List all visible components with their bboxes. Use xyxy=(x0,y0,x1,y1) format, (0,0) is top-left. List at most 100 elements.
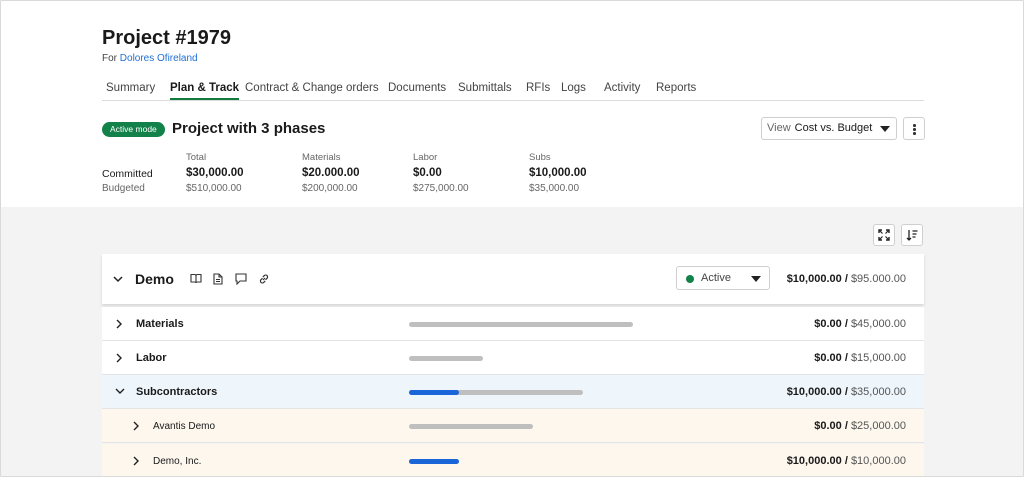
summary-labor-committed: $0.00 xyxy=(413,167,442,179)
app-frame: Project #1979 For Dolores Ofireland Summ… xyxy=(0,0,1024,477)
sort-button[interactable] xyxy=(901,224,923,246)
link-icon[interactable] xyxy=(258,273,270,285)
cost-line-name: Materials xyxy=(136,318,184,330)
progress-track xyxy=(409,322,633,327)
tab-submittals[interactable]: Submittals xyxy=(458,82,512,94)
document-icon[interactable] xyxy=(213,273,223,285)
tab-plan-track[interactable]: Plan & Track xyxy=(170,82,240,100)
view-select[interactable]: View Cost vs. Budget xyxy=(761,117,897,140)
progress-track xyxy=(409,356,483,361)
status-dot xyxy=(686,275,694,283)
sort-icon xyxy=(906,230,918,241)
budgeted-amount: $15,000.00 xyxy=(850,352,906,364)
committed-amount: $10,000.00 xyxy=(786,273,842,285)
cost-line-amount: $10,000.00 / $10,000.00 xyxy=(787,455,906,467)
amount-separator: / xyxy=(844,273,848,285)
kebab-dot-icon xyxy=(913,124,916,127)
committed-amount: $0.00 xyxy=(814,318,842,330)
phase-name: Demo xyxy=(135,271,174,287)
amount-separator: / xyxy=(844,386,848,398)
cost-line-name: Avantis Demo xyxy=(153,421,216,432)
tab-rfis[interactable]: RFIs xyxy=(526,82,550,94)
caret-down-icon xyxy=(880,126,890,132)
amount-separator: / xyxy=(844,352,848,364)
chevron-right-icon[interactable] xyxy=(115,319,125,329)
summary-subs-committed: $10,000.00 xyxy=(529,167,587,179)
cost-line-name: Labor xyxy=(136,352,167,364)
tab-logs[interactable]: Logs xyxy=(561,82,586,94)
status-select[interactable]: Active xyxy=(676,266,770,290)
summary-col-materials: Materials xyxy=(302,152,341,163)
tab-bar: Summary Plan & Track Contract & Change o… xyxy=(102,80,924,101)
project-header: Project #1979 For Dolores Ofireland Summ… xyxy=(1,1,1023,207)
chevron-down-icon[interactable] xyxy=(113,275,123,283)
progress-track xyxy=(409,424,533,429)
summary-materials-committed: $20.000.00 xyxy=(302,167,360,179)
progress-track xyxy=(409,459,459,464)
amount-separator: / xyxy=(844,420,848,432)
budgeted-amount: $25,000.00 xyxy=(850,420,906,432)
budgeted-amount: $10,000.00 xyxy=(850,455,906,467)
tab-activity[interactable]: Activity xyxy=(604,82,640,94)
for-label: For xyxy=(102,53,117,64)
phase-card-demo: Demo Active $10,000.00 / $95.000.00 xyxy=(102,254,924,304)
tab-reports[interactable]: Reports xyxy=(656,82,696,94)
view-select-label: View xyxy=(767,122,791,134)
chevron-right-icon[interactable] xyxy=(132,421,142,431)
chevron-right-icon[interactable] xyxy=(115,353,125,363)
cost-line-amount: $0.00 / $15,000.00 xyxy=(814,352,906,364)
cost-line-amount: $10,000.00 / $35,000.00 xyxy=(787,386,906,398)
kebab-dot-icon xyxy=(913,128,916,131)
summary-col-subs: Subs xyxy=(529,152,551,163)
expand-all-button[interactable] xyxy=(873,224,895,246)
caret-down-icon xyxy=(751,276,761,282)
amount-separator: / xyxy=(844,455,848,467)
expand-icon xyxy=(878,229,890,241)
kebab-dot-icon xyxy=(913,132,916,135)
cost-line-row[interactable]: Subcontractors $10,000.00 / $35,000.00 xyxy=(102,375,924,409)
phase-amount: $10,000.00 / $95.000.00 xyxy=(787,273,906,285)
committed-amount: $10,000.00 xyxy=(786,455,842,467)
cost-line-row[interactable]: Demo, Inc. $10,000.00 / $10,000.00 xyxy=(102,444,924,476)
progress-fill xyxy=(409,459,459,464)
progress-fill xyxy=(409,390,459,395)
cost-line-row[interactable]: Labor $0.00 / $15,000.00 xyxy=(102,341,924,375)
mode-badge: Active mode xyxy=(102,122,165,137)
phase-title: Project with 3 phases xyxy=(172,120,326,137)
view-select-value: Cost vs. Budget xyxy=(794,122,873,134)
summary-total-budgeted: $510,000.00 xyxy=(186,183,242,194)
project-client-line: For Dolores Ofireland xyxy=(102,53,198,64)
budgeted-amount: $35,000.00 xyxy=(850,386,906,398)
cost-line-row[interactable]: Materials $0.00 / $45,000.00 xyxy=(102,307,924,341)
budgeted-amount: $95.000.00 xyxy=(850,273,906,285)
summary-total-committed: $30,000.00 xyxy=(186,167,244,179)
summary-materials-budgeted: $200,000.00 xyxy=(302,183,358,194)
summary-committed-label: Committed xyxy=(102,168,153,180)
budgeted-amount: $45,000.00 xyxy=(850,318,906,330)
tab-contract-change-orders[interactable]: Contract & Change orders xyxy=(245,82,379,94)
tab-documents[interactable]: Documents xyxy=(388,82,446,94)
client-link[interactable]: Dolores Ofireland xyxy=(120,53,198,64)
chevron-right-icon[interactable] xyxy=(132,456,142,466)
cost-line-name: Demo, Inc. xyxy=(153,456,202,467)
cost-line-amount: $0.00 / $25,000.00 xyxy=(814,420,906,432)
chevron-down-icon[interactable] xyxy=(115,387,125,397)
comment-icon[interactable] xyxy=(235,273,247,285)
amount-separator: / xyxy=(844,318,848,330)
summary-col-labor: Labor xyxy=(413,152,438,163)
summary-col-total: Total xyxy=(186,152,207,163)
summary-labor-budgeted: $275,000.00 xyxy=(413,183,469,194)
committed-amount: $0.00 xyxy=(814,420,842,432)
progress-track xyxy=(409,390,583,395)
page-title: Project #1979 xyxy=(102,27,231,49)
cost-line-name: Subcontractors xyxy=(136,386,218,398)
cost-line-row[interactable]: Avantis Demo $0.00 / $25,000.00 xyxy=(102,409,924,443)
cost-line-amount: $0.00 / $45,000.00 xyxy=(814,318,906,330)
committed-amount: $10,000.00 xyxy=(786,386,842,398)
more-options-button[interactable] xyxy=(903,117,925,140)
status-value: Active xyxy=(701,272,731,284)
summary-subs-budgeted: $35,000.00 xyxy=(529,183,580,194)
tab-summary[interactable]: Summary xyxy=(106,82,155,94)
summary-budgeted-label: Budgeted xyxy=(102,183,145,194)
book-icon[interactable] xyxy=(190,273,202,284)
